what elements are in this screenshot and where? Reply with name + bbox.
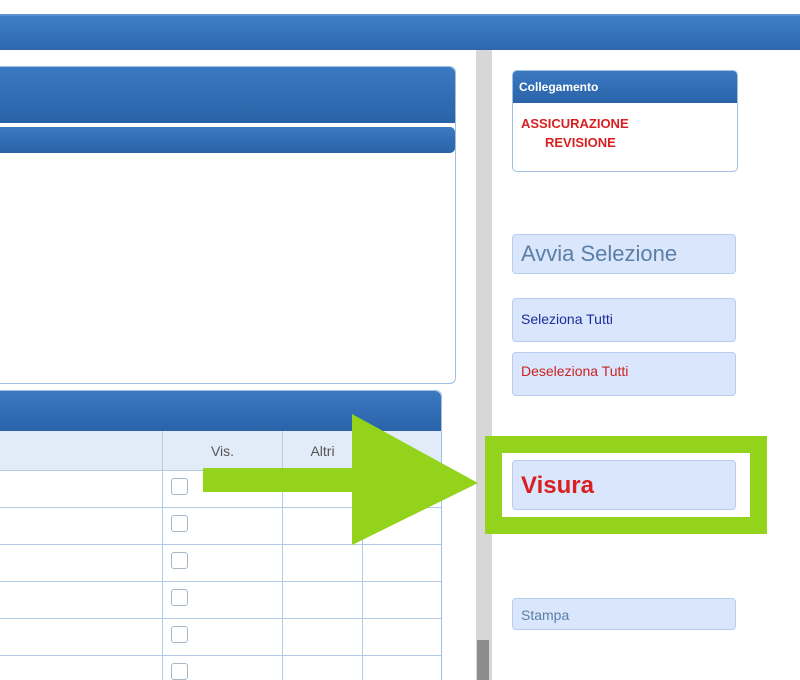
column-header-extra [362,431,442,471]
stampa-button[interactable]: Stampa [512,598,736,630]
collegamento-title: Collegamento [513,71,737,103]
seleziona-tutti-button[interactable]: Seleziona Tutti [512,298,736,342]
results-grid-header [0,391,441,431]
vis-checkbox[interactable] [171,626,188,643]
deseleziona-tutti-button[interactable]: Deseleziona Tutti [512,352,736,396]
top-bar [0,14,800,50]
grid-cell [362,656,442,680]
table-row[interactable] [0,545,441,582]
collegamento-box: Collegamento ASSICURAZIONE REVISIONE [512,70,738,172]
grid-cell [362,545,442,582]
table-row[interactable] [0,471,441,508]
scrollbar-thumb[interactable] [477,640,489,680]
column-header-altri[interactable]: Altri [282,431,362,471]
table-row[interactable] [0,508,441,545]
vis-cell [162,582,282,619]
results-grid-panel: Vis. Altri [0,390,442,680]
vis-checkbox[interactable] [171,515,188,532]
vis-checkbox[interactable] [171,552,188,569]
grid-cell [282,508,362,545]
vis-cell [162,545,282,582]
grid-cell [282,471,362,508]
vis-checkbox[interactable] [171,663,188,680]
vis-cell [162,508,282,545]
column-header-vis[interactable]: Vis. [162,431,282,471]
vis-cell [162,656,282,680]
criteria-panel-subheader [0,127,455,153]
table-row[interactable] [0,582,441,619]
vis-checkbox[interactable] [171,589,188,606]
grid-cell [362,508,442,545]
grid-column-header-row: Vis. Altri [0,431,441,471]
criteria-panel [0,66,456,384]
actions-sidebar: Collegamento ASSICURAZIONE REVISIONE Avv… [492,50,800,680]
avvia-selezione-button[interactable]: Avvia Selezione [512,234,736,274]
left-workspace: Vis. Altri [0,50,476,680]
grid-cell [362,619,442,656]
grid-cell [282,545,362,582]
criteria-panel-header [0,67,455,123]
vis-checkbox[interactable] [171,478,188,495]
grid-cell [362,582,442,619]
highlight-frame [485,436,767,534]
grid-cell [282,619,362,656]
collegamento-link-revisione[interactable]: REVISIONE [545,135,616,150]
panel-splitter[interactable] [476,50,492,680]
vis-cell [162,471,282,508]
collegamento-link-assicurazione[interactable]: ASSICURAZIONE [521,116,629,131]
screen: Vis. Altri Collegamento ASSICURAZIONE RE… [0,0,800,680]
vis-cell [162,619,282,656]
grid-cell [282,656,362,680]
grid-cell [282,582,362,619]
table-row[interactable] [0,619,441,656]
table-row[interactable] [0,656,441,680]
grid-cell [362,471,442,508]
